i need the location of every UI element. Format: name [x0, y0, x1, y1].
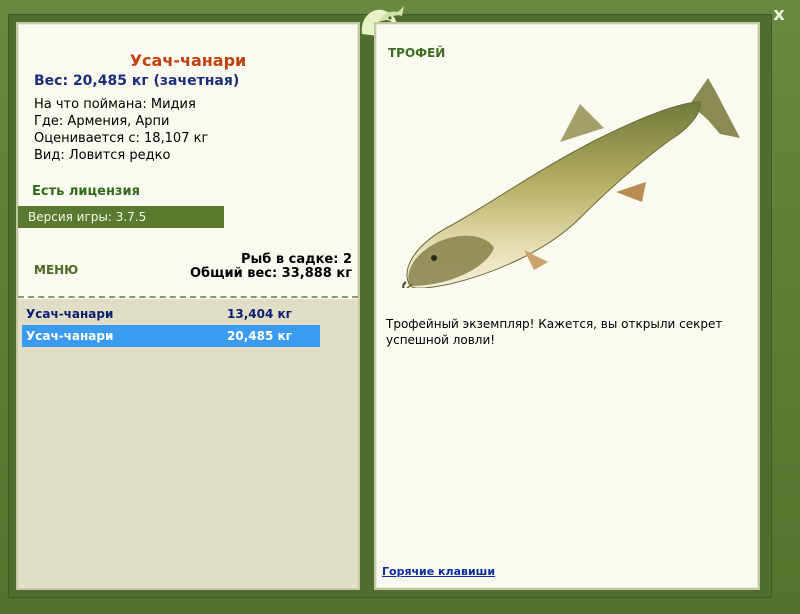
close-icon: x: [773, 4, 785, 25]
divider: [18, 296, 358, 298]
rated-from: Оценивается с: 18,107 кг: [34, 131, 209, 146]
hotkeys-link[interactable]: Горячие клавиши: [382, 565, 495, 578]
cage-stats: Рыб в садке: 2 Общий вес: 33,888 кг: [190, 253, 352, 281]
close-button[interactable]: x: [768, 4, 790, 26]
catch-list: Усач-чанари 13,404 кг Усач-чанари 20,485…: [18, 299, 358, 588]
fish-details: На что поймана: Мидия Где: Армения, Арпи…: [34, 96, 208, 164]
catch-weight: 20,485 кг: [227, 329, 292, 343]
caught-on: На что поймана: Мидия: [34, 97, 196, 112]
catch-list-item[interactable]: Усач-чанари 13,404 кг: [22, 303, 320, 325]
fish-kind: Вид: Ловится редко: [34, 148, 171, 163]
fish-image: [402, 78, 740, 288]
catch-weight: 13,404 кг: [227, 307, 292, 321]
cage-count: Рыб в садке: 2: [240, 252, 352, 267]
game-window: x Усач-чанари Вес: 20,485 кг (зачетная) …: [0, 0, 800, 614]
trophy-panel: ТРОФЕЙ Трофейный экземпляр! Кажется, вы …: [374, 22, 760, 590]
trophy-message: Трофейный экземпляр! Кажется, вы открыли…: [386, 317, 723, 347]
fish-name: Усач-чанари: [129, 51, 247, 70]
menu-button[interactable]: МЕНЮ: [34, 263, 78, 277]
cage-total-weight: Общий вес: 33,888 кг: [189, 266, 352, 281]
license-status: Есть лицензия: [32, 184, 140, 199]
location: Где: Армения, Арпи: [34, 114, 170, 129]
fish-info-panel: Усач-чанари Вес: 20,485 кг (зачетная) На…: [16, 22, 360, 590]
catch-name: Усач-чанари: [26, 307, 114, 321]
catch-name: Усач-чанари: [26, 329, 114, 343]
fish-weight: Вес: 20,485 кг (зачетная): [34, 73, 240, 89]
catch-list-item-selected[interactable]: Усач-чанари 20,485 кг: [22, 325, 320, 347]
game-version: Версия игры: 3.7.5: [18, 206, 224, 228]
